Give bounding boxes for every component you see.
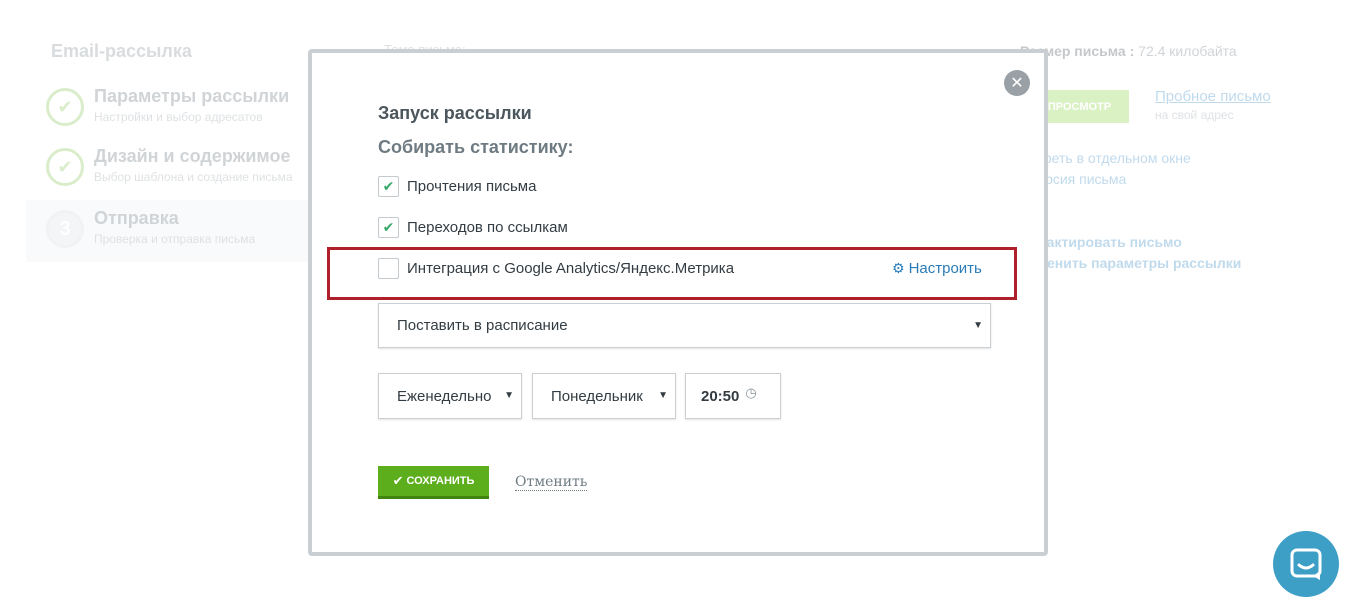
page: Email-рассылка ✔ Параметры рассылки Наст… bbox=[0, 0, 1355, 604]
frequency-select[interactable]: Еженедельно ▼ bbox=[378, 373, 522, 419]
clicks-option[interactable]: ✔ Переходов по ссылкам bbox=[378, 216, 568, 238]
checkbox-label: Переходов по ссылкам bbox=[407, 218, 568, 236]
dropdown-arrow-icon: ▼ bbox=[973, 320, 983, 331]
stats-heading: Собирать статистику: bbox=[378, 137, 574, 157]
reads-option[interactable]: ✔ Прочтения письма bbox=[378, 175, 536, 197]
section-title: Email-рассылка bbox=[51, 41, 192, 61]
test-email-link[interactable]: Пробное письмо bbox=[1155, 88, 1271, 105]
analytics-checkbox[interactable] bbox=[378, 257, 399, 279]
step-subtitle: Выбор шаблона и создание письма bbox=[94, 170, 293, 184]
check-icon: ✔ bbox=[392, 473, 404, 488]
clicks-checkbox[interactable]: ✔ bbox=[378, 216, 399, 238]
save-label: СОХРАНИТЬ bbox=[406, 475, 475, 487]
step-send[interactable]: 3 Отправка Проверка и отправка письма bbox=[26, 200, 308, 262]
view-window-link[interactable]: отреть в отдельном окне bbox=[1030, 150, 1191, 166]
time-value: 20:50 bbox=[701, 387, 740, 405]
launch-modal: ✕ Запуск рассылки Собирать статистику: ✔… bbox=[308, 49, 1048, 556]
checkbox-label: Интеграция с Google Analytics/Яндекс.Мет… bbox=[407, 259, 735, 277]
reads-checkbox[interactable]: ✔ bbox=[378, 175, 399, 197]
frequency-value: Еженедельно bbox=[397, 387, 492, 405]
step-number: 3 bbox=[46, 210, 84, 248]
modal-title: Запуск рассылки bbox=[378, 103, 532, 123]
step-title: Параметры рассылки bbox=[94, 86, 290, 106]
step-title: Отправка bbox=[94, 208, 179, 228]
dropdown-arrow-icon: ▼ bbox=[504, 390, 514, 401]
schedule-select[interactable]: Поставить в расписание ▼ bbox=[378, 303, 991, 348]
gear-icon: ⚙ bbox=[892, 260, 905, 276]
configure-link[interactable]: ⚙ Настроить bbox=[892, 260, 982, 277]
letter-size: Размер письма : 72.4 килобайта bbox=[1020, 43, 1237, 59]
cancel-link[interactable]: Отменить bbox=[515, 474, 588, 491]
save-button[interactable]: ✔ СОХРАНИТЬ bbox=[378, 466, 489, 499]
day-select[interactable]: Понедельник ▼ bbox=[532, 373, 676, 419]
dropdown-arrow-icon: ▼ bbox=[658, 390, 668, 401]
close-icon[interactable]: ✕ bbox=[1004, 70, 1030, 96]
checkbox-label: Прочтения письма bbox=[407, 177, 537, 195]
chat-icon bbox=[1290, 548, 1322, 580]
check-icon: ✔ bbox=[46, 148, 84, 186]
step-subtitle: Настройки и выбор адресатов bbox=[94, 110, 263, 124]
clock-icon: ◷ bbox=[745, 385, 757, 400]
step-subtitle: Проверка и отправка письма bbox=[94, 232, 256, 246]
size-value: 72.4 килобайта bbox=[1138, 43, 1237, 59]
check-icon: ✔ bbox=[46, 88, 84, 126]
edit-letter-link[interactable]: едактировать письмо bbox=[1030, 234, 1182, 250]
configure-label: Настроить bbox=[908, 260, 982, 277]
step-design[interactable]: ✔ Дизайн и содержимое Выбор шаблона и со… bbox=[26, 138, 308, 200]
time-input[interactable]: 20:50 ◷ bbox=[685, 373, 781, 419]
chat-widget-button[interactable] bbox=[1273, 531, 1339, 597]
schedule-value: Поставить в расписание bbox=[397, 317, 568, 334]
step-title: Дизайн и содержимое bbox=[94, 146, 291, 166]
analytics-option[interactable]: Интеграция с Google Analytics/Яндекс.Мет… bbox=[378, 257, 734, 279]
step-parameters[interactable]: ✔ Параметры рассылки Настройки и выбор а… bbox=[26, 78, 308, 140]
day-value: Понедельник bbox=[551, 387, 643, 405]
edit-params-link[interactable]: зменить параметры рассылки bbox=[1030, 255, 1241, 271]
test-email-sub: на свой адрес bbox=[1155, 108, 1234, 122]
